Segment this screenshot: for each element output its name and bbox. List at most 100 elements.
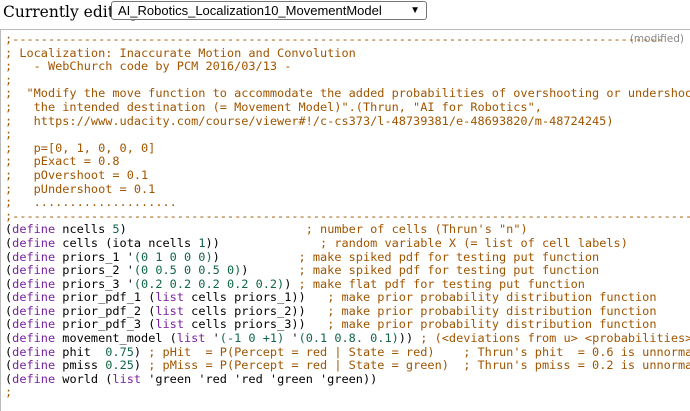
- code-editor[interactable]: (modified) ;----------------------------…: [0, 29, 690, 411]
- code-token: 0.75: [105, 344, 134, 359]
- dropdown-arrow-icon: ▼: [410, 5, 420, 16]
- code-line[interactable]: (define priors_2 '(0 0.5 0 0.5 0)) ; mak…: [5, 263, 690, 278]
- code-line[interactable]: (define prior_pdf_1 (list cells priors_1…: [5, 290, 690, 305]
- code-line[interactable]: ; ....................: [5, 195, 690, 210]
- code-line[interactable]: ; pOvershoot = 0.1: [5, 167, 690, 183]
- code-line[interactable]: ;---------------------------------------…: [5, 32, 690, 47]
- code-token: )): [398, 331, 421, 346]
- code-token: cells priors_2)): [184, 303, 328, 318]
- code-token: ; p=[0, 1, 0, 0, 0]: [5, 140, 156, 155]
- code-token: prior_pdf_1 (: [55, 290, 156, 305]
- code-token: ; - WebChurch code by PCM 2016/03/13 -: [5, 59, 292, 74]
- code-line[interactable]: ;: [5, 386, 690, 400]
- code-token: (0.2 0.2 0.2 0.2 0.2): [133, 276, 285, 291]
- code-token: ; pMiss = P(Percept = red | State = gree…: [148, 358, 690, 373]
- code-token: define: [12, 290, 56, 305]
- code-token: cells (iota ncells: [55, 235, 199, 250]
- code-token: ': [205, 331, 220, 346]
- code-token: ; pUndershoot = 0.1: [5, 181, 156, 196]
- code-token: ; make flat pdf for testing put function: [298, 276, 585, 291]
- code-token: define: [12, 222, 56, 237]
- code-token: ): [284, 276, 299, 291]
- code-token: ; (<deviations from u> <probabilities>): [420, 331, 690, 346]
- code-line[interactable]: ; p=[0, 1, 0, 0, 0]: [5, 140, 690, 156]
- code-line[interactable]: ; - WebChurch code by PCM 2016/03/13 -: [5, 59, 690, 74]
- code-token: priors_3 ': [55, 276, 134, 291]
- code-token: ': [284, 331, 299, 346]
- code-token: prior_pdf_3 (: [55, 317, 156, 332]
- code-token: ; make spiked pdf for testing put functi…: [298, 263, 600, 278]
- code-line[interactable]: ; pExact = 0.8: [5, 155, 690, 169]
- code-token: ; pExact = 0.8: [5, 154, 120, 169]
- code-token: ;---------------------------------------…: [5, 208, 690, 223]
- code-token: ; "Modify the move function to accommoda…: [5, 86, 690, 101]
- code-token: ;: [5, 385, 13, 400]
- code-line[interactable]: (define prior_pdf_3 (list cells priors_3…: [5, 318, 690, 332]
- code-token: (0.1 0.8. 0.1): [298, 331, 399, 346]
- code-token: define: [12, 344, 56, 359]
- code-line[interactable]: (define ncells 5) ; number of cells (Thr…: [5, 223, 690, 237]
- code-token: ; make prior probability distribution fu…: [327, 317, 657, 332]
- code-token: define: [12, 263, 56, 278]
- file-select[interactable]: AI_Robotics_Localization10_MovementModel…: [111, 1, 427, 20]
- code-token: ; the intended destination (= Movement M…: [5, 99, 542, 114]
- code-token: define: [12, 276, 56, 291]
- code-token: priors_1 ': [55, 249, 134, 264]
- code-line[interactable]: (define pmiss 0.25) ; pMiss = P(Percept …: [5, 358, 690, 373]
- code-line[interactable]: (define world (list 'green 'red 'red 'gr…: [5, 371, 690, 387]
- code-token: list: [155, 290, 184, 305]
- code-token: 'green 'red 'red 'green 'green)): [141, 371, 378, 386]
- code-token: define: [12, 249, 56, 264]
- code-token: ): [241, 263, 299, 278]
- code-token: define: [12, 317, 56, 332]
- code-token: ; ....................: [5, 195, 177, 210]
- code-line[interactable]: (define phit 0.75) ; pHit = P(Percept = …: [5, 344, 690, 360]
- code-line[interactable]: (define cells (iota ncells 1)) ; random …: [5, 235, 690, 251]
- code-line[interactable]: ; the intended destination (= Movement M…: [5, 99, 690, 115]
- code-line[interactable]: ; https://www.udacity.com/course/viewer#…: [5, 113, 690, 129]
- code-token: ; make prior probability distribution fu…: [327, 290, 657, 305]
- code-line[interactable]: (define priors_1 '(0 1 0 0 0)) ; make sp…: [5, 249, 690, 265]
- code-line[interactable]: ; Localization: Inaccurate Motion and Co…: [5, 45, 690, 61]
- code-token: ; random variable X (= list of cell labe…: [320, 235, 628, 250]
- code-token: phit: [55, 344, 106, 359]
- code-token: ): [119, 222, 306, 237]
- file-select-value: AI_Robotics_Localization10_MovementModel: [118, 3, 382, 18]
- code-token: pmiss: [55, 358, 106, 373]
- code-token: define: [12, 358, 56, 373]
- code-token: ncells: [55, 222, 113, 237]
- code-token: 0.25: [105, 358, 134, 373]
- code-token: ;: [5, 72, 13, 87]
- code-line[interactable]: ;---------------------------------------…: [5, 208, 690, 224]
- code-line[interactable]: (define prior_pdf_2 (list cells priors_2…: [5, 303, 690, 319]
- code-token: ; pHit = P(Percept = red | State = red) …: [148, 344, 690, 359]
- code-token: prior_pdf_2 (: [55, 303, 156, 318]
- code-line[interactable]: ;: [5, 72, 690, 88]
- code-line[interactable]: ;: [5, 127, 690, 142]
- code-token: define: [12, 371, 56, 386]
- code-token: priors_2 ': [55, 263, 134, 278]
- code-token: define: [12, 235, 56, 250]
- code-token: ; number of cells (Thrun's "n"): [305, 222, 528, 237]
- code-token: ; https://www.udacity.com/course/viewer#…: [5, 113, 614, 128]
- code-token: (0 1 0 0 0): [133, 249, 213, 264]
- code-token: ; pOvershoot = 0.1: [5, 167, 149, 182]
- code-token: ;---------------------------------------…: [5, 32, 664, 46]
- code-token: list: [155, 317, 184, 332]
- code-token: ; Localization: Inaccurate Motion and Co…: [5, 45, 356, 60]
- code-line[interactable]: (define movement_model (list '(-1 0 +1) …: [5, 331, 690, 346]
- code-token: ; make spiked pdf for testing put functi…: [298, 249, 600, 264]
- code-token: list: [176, 331, 206, 346]
- code-line[interactable]: (define priors_3 '(0.2 0.2 0.2 0.2 0.2))…: [5, 276, 690, 292]
- code-token: world (: [55, 371, 113, 386]
- code-area[interactable]: ;---------------------------------------…: [5, 32, 690, 400]
- code-token: movement_model (: [55, 331, 177, 346]
- code-line[interactable]: ; "Modify the move function to accommoda…: [5, 87, 690, 101]
- code-token: ): [212, 249, 299, 264]
- code-token: 5: [112, 222, 120, 237]
- code-token: ; make prior probability distribution fu…: [327, 303, 657, 318]
- code-line[interactable]: ; pUndershoot = 0.1: [5, 181, 690, 197]
- code-token: define: [12, 303, 56, 318]
- code-token: list: [155, 303, 184, 318]
- code-token: )): [205, 235, 321, 250]
